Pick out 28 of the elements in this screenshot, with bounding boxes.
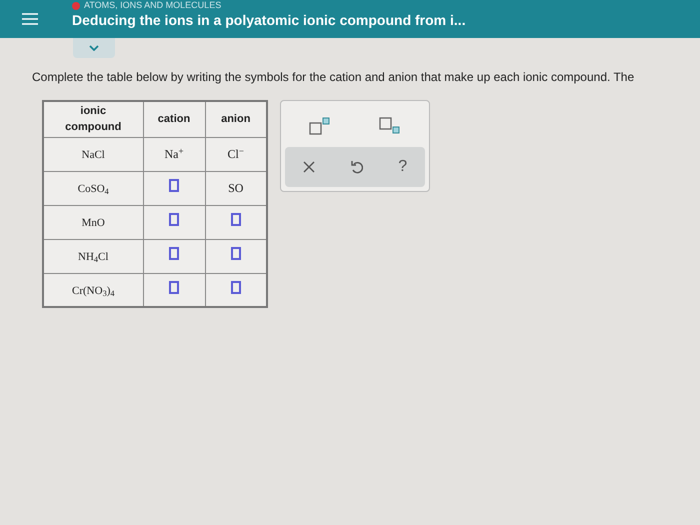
compound-formula: NH$_{4}$Cl bbox=[78, 251, 108, 263]
compound-formula: Cr(NO$_{3}$)$_{4}$ bbox=[72, 284, 114, 297]
answer-box[interactable] bbox=[230, 247, 241, 260]
ion-symbol: Na$^{+}$ bbox=[164, 147, 184, 161]
topic-label: ATOMS, IONS AND MOLECULES bbox=[84, 1, 222, 10]
ion-symbol: Cl$^{−}$ bbox=[228, 147, 244, 161]
superscript-icon[interactable] bbox=[309, 117, 331, 135]
collapse-button[interactable] bbox=[73, 38, 115, 58]
answer-field[interactable]: SO bbox=[224, 181, 248, 195]
compound-formula: MnO bbox=[82, 217, 105, 229]
answer-box[interactable] bbox=[169, 247, 179, 260]
column-header: cation bbox=[143, 101, 205, 137]
compound-formula: CoSO$_{4}$ bbox=[78, 183, 109, 195]
answer-box[interactable] bbox=[169, 179, 179, 192]
page-title: Deducing the ions in a polyatomic ionic compound from i... bbox=[72, 11, 466, 30]
undo-icon[interactable] bbox=[350, 160, 363, 174]
menu-icon[interactable] bbox=[22, 12, 38, 26]
compound-formula: NaCl bbox=[82, 149, 105, 161]
close-icon[interactable] bbox=[302, 161, 315, 173]
help-button[interactable]: ? bbox=[398, 155, 408, 179]
answer-box[interactable] bbox=[230, 213, 241, 226]
answer-box[interactable] bbox=[169, 280, 179, 294]
answer-box[interactable] bbox=[230, 280, 241, 294]
subscript-icon[interactable] bbox=[379, 117, 401, 135]
chevron-down-icon bbox=[89, 45, 99, 51]
answer-box[interactable] bbox=[169, 213, 179, 226]
column-header: ionic compound bbox=[43, 101, 143, 137]
instruction-text: Complete the table below by writing the symbols for the cation and anion that make up each ionic compound. The bbox=[32, 69, 636, 86]
